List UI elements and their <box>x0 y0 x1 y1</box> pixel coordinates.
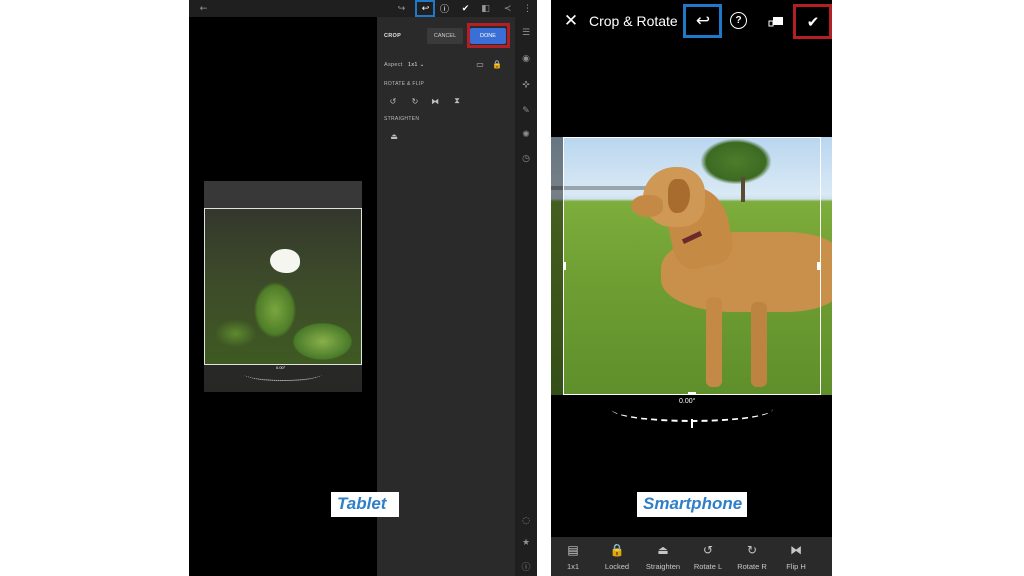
rotate-right-icon: ↻ <box>746 542 758 557</box>
done-highlight-box <box>793 4 832 39</box>
compare-icon[interactable]: ◧ <box>479 2 492 15</box>
close-icon[interactable]: ✕ <box>561 11 581 31</box>
share-icon[interactable]: ≺ <box>501 2 514 15</box>
comment-icon[interactable]: ◌ <box>520 515 532 527</box>
tool-aspect[interactable]: ▤ 1x1 <box>551 541 595 575</box>
crop-handle-bottom[interactable] <box>688 392 696 395</box>
aspect-label: Aspect <box>384 62 403 68</box>
dial-center-tick <box>691 419 693 428</box>
aspect-select[interactable]: 1x1 ⌄ <box>408 62 425 68</box>
back-arrow-icon[interactable]: ← <box>197 2 210 15</box>
star-icon[interactable]: ★ <box>520 537 532 549</box>
redo-icon[interactable]: ↪ <box>395 2 408 15</box>
tool-straighten[interactable]: ⏏ Straighten <box>641 541 685 575</box>
crop-toolbar: ▤ 1x1 🔒 Locked ⏏ Straighten ↺ Rotate L ↻… <box>551 537 832 576</box>
tool-flip-h[interactable]: ⧓ Flip H <box>774 541 818 575</box>
undo-highlight-box <box>415 0 435 17</box>
lock-icon[interactable]: 🔒 <box>492 59 502 69</box>
tool-label: Flip H <box>786 562 806 571</box>
adjust-sliders-icon[interactable]: ☰ <box>520 27 532 39</box>
cancel-button[interactable]: CANCEL <box>427 28 463 44</box>
tablet-straighten-dial[interactable]: 0.00° <box>204 365 362 392</box>
tool-lock[interactable]: 🔒 Locked <box>595 541 639 575</box>
crop-handle-left[interactable] <box>563 262 566 270</box>
smartphone-caption: Smartphone <box>637 492 747 517</box>
crop-handle-right[interactable] <box>817 262 820 270</box>
tablet-crop-frame[interactable] <box>204 208 362 365</box>
aspect-value: 1x1 <box>408 62 418 68</box>
crop-outside-shade <box>551 137 563 395</box>
aspect-ratio-icon: ▤ <box>567 542 579 557</box>
help-icon[interactable]: ⓘ <box>438 2 451 15</box>
flip-vertical-icon[interactable]: ⧗ <box>452 96 462 106</box>
help-icon[interactable]: ? <box>730 12 747 29</box>
tablet-top-bar: ← ↪ ↩ ⓘ ✔ ◧ ≺ ⋮ <box>189 0 537 17</box>
straighten-icon[interactable]: ⏏ <box>389 131 399 141</box>
aspect-orientation-icon[interactable] <box>768 13 784 29</box>
flip-horizontal-icon: ⧓ <box>790 542 802 557</box>
tool-rotate-right[interactable]: ↻ Rotate R <box>730 541 774 575</box>
tablet-screenshot: ← ↪ ↩ ⓘ ✔ ◧ ≺ ⋮ 0.00° CROP CANCEL DONE A… <box>189 0 537 576</box>
straighten-label: STRAIGHTEN <box>384 116 420 122</box>
phone-crop-frame[interactable] <box>563 137 821 395</box>
smartphone-screenshot: ✕ Crop & Rotate ↩ ? ✔ 0.00° ▤ 1x1 🔒 Lock… <box>551 0 832 576</box>
aspect-orientation-icon[interactable]: ▭ <box>475 59 485 69</box>
check-circle-icon[interactable]: ✔ <box>459 2 472 15</box>
flip-horizontal-icon[interactable]: ⧓ <box>430 96 440 106</box>
tool-label: Straighten <box>645 562 681 571</box>
rotate-right-icon[interactable]: ↻ <box>410 96 420 106</box>
tablet-dial-value: 0.00° <box>276 365 286 370</box>
done-highlight-box <box>467 23 510 48</box>
crop-tool-icon[interactable]: ⊹ <box>520 79 532 91</box>
rotate-left-icon[interactable]: ↺ <box>388 96 398 106</box>
history-icon[interactable]: ◷ <box>520 153 532 165</box>
undo-highlight-box <box>683 4 722 38</box>
tool-label: Rotate R <box>737 562 767 571</box>
lock-icon: 🔒 <box>609 542 625 557</box>
selective-icon[interactable]: ✺ <box>520 129 532 141</box>
more-vertical-icon[interactable]: ⋮ <box>521 2 534 15</box>
healing-brush-icon[interactable]: ✎ <box>520 105 532 117</box>
tool-rotate-left[interactable]: ↺ Rotate L <box>686 541 730 575</box>
tool-label: 1x1 <box>566 562 580 571</box>
rotate-flip-label: ROTATE & FLIP <box>384 81 425 87</box>
presets-icon[interactable]: ◉ <box>520 53 532 65</box>
tool-label: Locked <box>604 562 630 571</box>
crop-panel-title: CROP <box>384 33 402 39</box>
tool-label: Rotate L <box>693 562 723 571</box>
page-title: Crop & Rotate <box>589 13 678 29</box>
dial-value: 0.00° <box>679 398 696 405</box>
straighten-icon: ⏏ <box>657 542 669 557</box>
tablet-caption: Tablet <box>331 492 399 517</box>
rotate-left-icon: ↺ <box>702 542 714 557</box>
tool-rail: ☰ ◉ ⊹ ✎ ✺ ◷ ◌ ★ ⓘ <box>515 17 537 576</box>
info-icon[interactable]: ⓘ <box>520 560 532 573</box>
